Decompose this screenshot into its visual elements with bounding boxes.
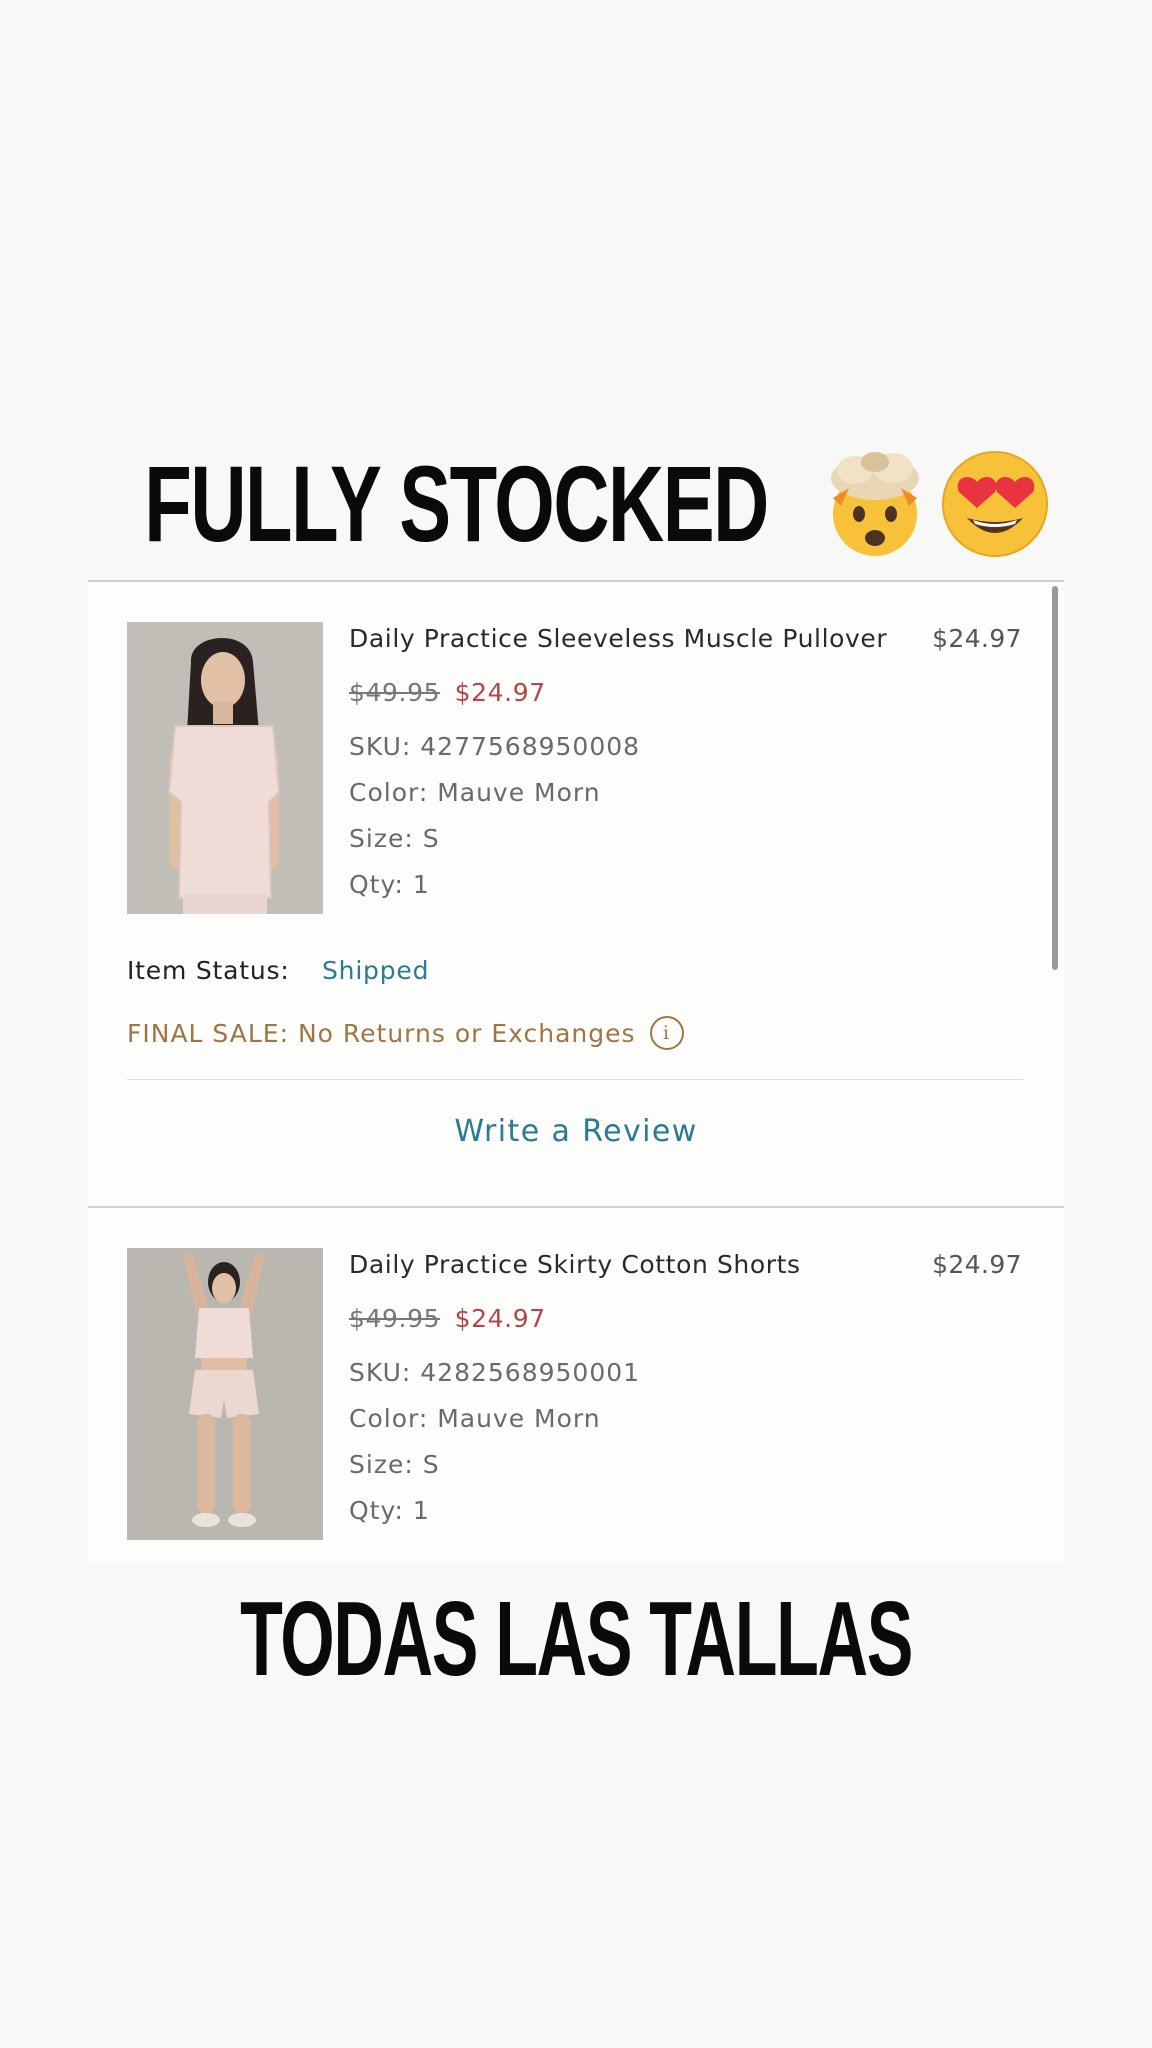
price-group: $49.95 $24.97 <box>349 678 546 707</box>
color-text: Color: Mauve Morn <box>349 1404 601 1433</box>
item-status-link[interactable]: Shipped <box>322 956 429 985</box>
line-total-price: $24.97 <box>932 1250 1022 1279</box>
product-image-pullover[interactable] <box>127 622 323 914</box>
sku-text: SKU: 4282568950001 <box>349 1358 641 1387</box>
qty-text: Qty: 1 <box>349 870 430 899</box>
size-text: Size: S <box>349 824 440 853</box>
qty-text: Qty: 1 <box>349 1496 430 1525</box>
order-items-panel: Daily Practice Sleeveless Muscle Pullove… <box>88 580 1064 1562</box>
scrollbar-thumb[interactable] <box>1052 586 1058 970</box>
original-price: $49.95 <box>349 678 441 707</box>
final-sale-text: FINAL SALE: No Returns or Exchanges <box>127 1018 636 1048</box>
product-image-shorts[interactable] <box>127 1248 323 1540</box>
bottom-headline-text: TODAS LAS TALLAS <box>239 1580 913 1698</box>
sku-text: SKU: 4277568950008 <box>349 732 641 761</box>
original-price: $49.95 <box>349 1304 441 1333</box>
info-icon[interactable]: i <box>649 1016 684 1050</box>
bottom-headline: TODAS LAS TALLAS <box>0 1578 1152 1692</box>
order-item: Daily Practice Skirty Cotton Shorts $24.… <box>88 1206 1064 1540</box>
top-headline: FULLY STOCKED <box>0 448 1152 558</box>
item-status-row: Item Status: Shipped <box>127 956 428 985</box>
top-headline-text: FULLY STOCKED <box>144 443 769 564</box>
price-group: $49.95 $24.97 <box>349 1304 546 1333</box>
final-sale-notice: FINAL SALE: No Returns or Exchanges i <box>127 1016 684 1050</box>
divider <box>127 1079 1023 1080</box>
write-review-link[interactable]: Write a Review <box>88 1114 1064 1149</box>
exploding-head-emoji-icon <box>819 448 931 560</box>
line-total-price: $24.97 <box>932 624 1022 653</box>
color-text: Color: Mauve Morn <box>349 778 601 807</box>
sale-price: $24.97 <box>454 678 546 707</box>
product-name[interactable]: Daily Practice Sleeveless Muscle Pullove… <box>349 624 887 653</box>
heart-eyes-emoji-icon <box>939 448 1051 560</box>
item-status-label: Item Status: <box>127 956 290 985</box>
size-text: Size: S <box>349 1450 440 1479</box>
product-name[interactable]: Daily Practice Skirty Cotton Shorts <box>349 1250 801 1279</box>
sale-price: $24.97 <box>454 1304 546 1333</box>
